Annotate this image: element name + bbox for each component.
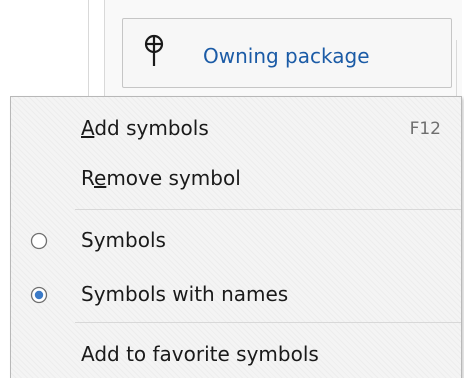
- menu-item-label: Remove symbol: [81, 166, 241, 190]
- mnemonic: A: [81, 116, 95, 140]
- menu-item-label: Symbols with names: [81, 282, 289, 306]
- radio-selected-icon[interactable]: [30, 286, 48, 304]
- divider: [88, 0, 89, 110]
- divider: [104, 0, 105, 110]
- menu-item-add-to-favorite-symbols[interactable]: Add to favorite symbols: [11, 333, 461, 377]
- menu-separator: [75, 209, 461, 210]
- menu-item-label: Add to favorite symbols: [81, 342, 319, 366]
- menu-separator: [75, 322, 461, 323]
- pin-icon: [144, 34, 164, 66]
- menu-item-add-symbols[interactable]: Add symbols F12: [11, 107, 461, 151]
- menu-item-label: Add symbols: [81, 116, 209, 140]
- menu-item-remove-symbol[interactable]: Remove symbol: [11, 157, 461, 201]
- mnemonic: e: [94, 166, 107, 190]
- menu-item-label: Symbols: [81, 228, 166, 252]
- screen: Owning package Add symbols F12 Remove sy…: [0, 0, 464, 378]
- menu-item-symbols[interactable]: Symbols: [11, 219, 461, 263]
- radio-unselected-icon[interactable]: [30, 232, 48, 250]
- menu-item-symbols-with-names[interactable]: Symbols with names: [11, 273, 461, 317]
- shortcut-label: F12: [409, 119, 441, 139]
- owning-package-button[interactable]: Owning package: [122, 18, 452, 88]
- context-menu: Add symbols F12 Remove symbol Symbols Sy…: [10, 96, 462, 378]
- owning-package-label: Owning package: [203, 44, 370, 68]
